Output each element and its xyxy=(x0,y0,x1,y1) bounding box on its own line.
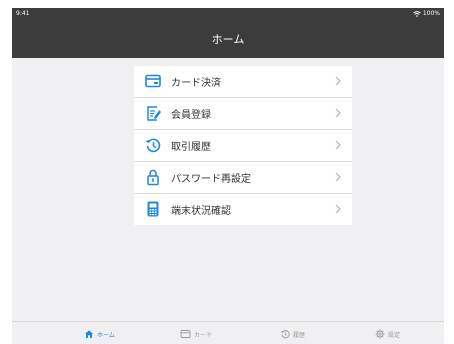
page-title: ホーム xyxy=(211,33,245,46)
tab-label: ホーム xyxy=(97,331,115,339)
chevron-right-icon xyxy=(335,204,341,214)
register-icon xyxy=(147,106,161,121)
menu-list: カード決済 会員登録 取引履歴 パスワード再設定 端末状況確認 xyxy=(134,66,352,225)
menu-item-password-reset[interactable]: パスワード再設定 xyxy=(134,162,352,194)
menu-item-label: 取引履歴 xyxy=(171,142,211,153)
app-screen: 9:41 100% ホーム カード決済 会員登録 取引履歴 パスワード再設定 端… xyxy=(12,8,444,344)
tab-bar: ホーム カード 履歴 設定 xyxy=(12,321,444,344)
lock-icon xyxy=(147,169,159,186)
history-icon xyxy=(145,138,161,153)
menu-item-label: パスワード再設定 xyxy=(171,174,251,185)
tab-label: カード xyxy=(194,331,213,339)
gear-icon xyxy=(375,329,385,339)
tab-card[interactable]: カード xyxy=(180,327,212,341)
tab-label: 設定 xyxy=(388,331,401,339)
menu-item-card-payment[interactable]: カード決済 xyxy=(134,66,352,98)
status-bar: 9:41 100% xyxy=(12,8,444,20)
home-icon xyxy=(85,330,93,338)
menu-item-label: カード決済 xyxy=(171,78,221,89)
nav-bar: ホーム xyxy=(12,20,444,58)
status-right: 100% xyxy=(413,10,440,17)
history-icon xyxy=(280,330,290,339)
chevron-right-icon xyxy=(335,172,341,182)
tab-label: 履歴 xyxy=(293,331,306,339)
terminal-icon xyxy=(147,201,159,217)
chevron-right-icon xyxy=(335,108,341,118)
chevron-right-icon xyxy=(335,140,341,150)
menu-item-label: 端末状況確認 xyxy=(171,206,231,217)
tab-home[interactable]: ホーム xyxy=(84,327,115,341)
chevron-right-icon xyxy=(335,76,341,86)
menu-item-transaction-history[interactable]: 取引履歴 xyxy=(134,130,352,162)
menu-item-label: 会員登録 xyxy=(171,110,211,121)
card-icon xyxy=(180,330,191,338)
tab-settings[interactable]: 設定 xyxy=(375,327,400,341)
tab-history[interactable]: 履歴 xyxy=(280,327,305,341)
battery-text: 100% xyxy=(422,10,440,17)
card-icon xyxy=(145,74,161,88)
menu-item-member-registration[interactable]: 会員登録 xyxy=(134,98,352,130)
status-time: 9:41 xyxy=(16,10,30,17)
wifi-icon xyxy=(413,10,421,17)
menu-item-terminal-status[interactable]: 端末状況確認 xyxy=(134,194,352,225)
